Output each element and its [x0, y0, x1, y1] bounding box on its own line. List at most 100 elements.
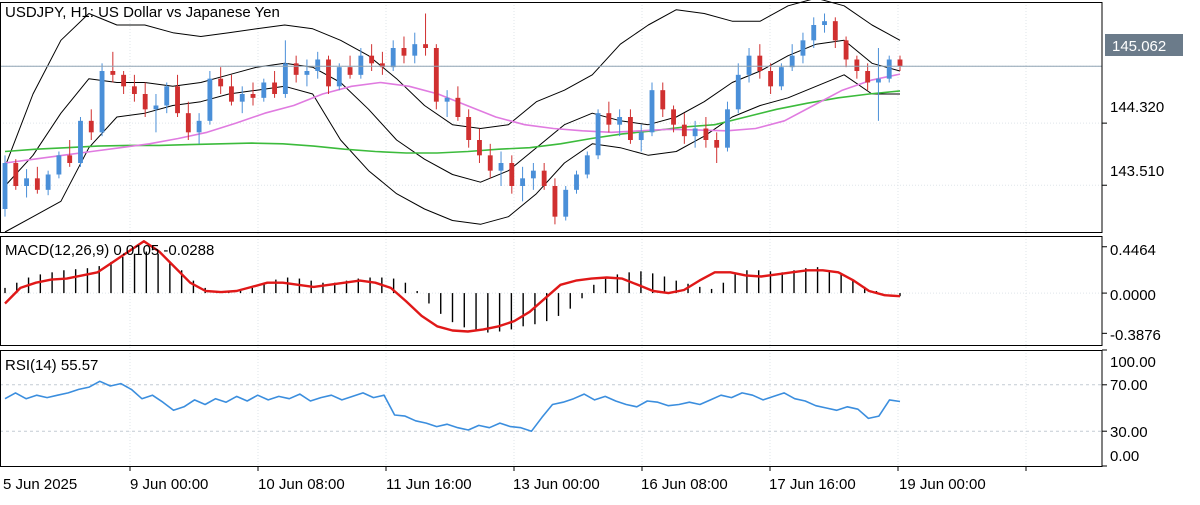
candle-body — [261, 82, 267, 98]
candle-body — [768, 71, 774, 87]
candle-body — [520, 178, 526, 186]
bollinger-lower-line — [4, 74, 900, 233]
rsi-tick-label: 0.00 — [1110, 448, 1139, 465]
candle-body — [142, 94, 148, 110]
price-tick-label: 144.320 — [1110, 99, 1164, 116]
macd-tick-label: 0.0000 — [1110, 287, 1156, 304]
candle-body — [293, 63, 299, 75]
candle-body — [218, 78, 224, 87]
candle-body — [627, 117, 633, 140]
rsi-panel-frame — [0, 350, 1103, 467]
candle-body — [800, 40, 806, 56]
candle-body — [24, 178, 29, 186]
candle-body — [45, 174, 51, 190]
candle-body — [455, 97, 461, 117]
candle-body — [671, 109, 676, 125]
candle-body — [131, 86, 137, 94]
candle-body — [606, 113, 612, 125]
candle-body — [34, 178, 40, 190]
candle-body — [229, 86, 234, 102]
candle-body — [822, 21, 827, 25]
macd-panel-title: MACD(12,26,9) 0.0105 -0.0288 — [5, 242, 214, 259]
candle-body — [433, 48, 439, 102]
price-panel[interactable] — [0, 0, 1102, 233]
macd-tick-label: -0.3876 — [1110, 327, 1161, 344]
time-tick-label: 13 Jun 00:00 — [513, 476, 600, 493]
bollinger-middle-line — [4, 39, 901, 187]
candle-body — [56, 155, 62, 175]
candle-body — [110, 71, 116, 75]
gridlines — [0, 2, 1102, 466]
candle-body — [649, 90, 655, 133]
macd-tick-label: 0.4464 — [1110, 242, 1156, 259]
rsi-tick-label: 70.00 — [1110, 377, 1148, 394]
candle-body — [832, 21, 838, 41]
candle-body — [444, 97, 450, 102]
candle-body — [509, 163, 515, 186]
candle-body — [412, 44, 418, 56]
candle-body — [552, 186, 558, 217]
candle-body — [121, 74, 127, 87]
candle-body — [638, 132, 644, 140]
time-tick-label: 10 Jun 08:00 — [258, 476, 345, 493]
candle-body — [487, 155, 493, 171]
candle-body — [390, 48, 396, 68]
candle-body — [164, 86, 170, 106]
candle-body — [185, 113, 191, 133]
candle-body — [725, 109, 730, 148]
candle-body — [584, 155, 590, 175]
candle-body — [595, 113, 601, 156]
price-tick-label: 143.510 — [1110, 163, 1164, 180]
candle-body — [886, 59, 892, 79]
candle-body — [78, 120, 83, 163]
candle-body — [530, 170, 536, 179]
candle-body — [315, 59, 321, 71]
candle-body — [789, 55, 795, 68]
candle-body — [854, 59, 860, 71]
ma-fast-line — [4, 73, 901, 164]
candle-body — [336, 67, 342, 87]
candle-body — [757, 55, 763, 71]
candle-body — [153, 105, 159, 110]
candle-body — [876, 78, 881, 83]
candle-body — [401, 48, 407, 56]
candle-body — [681, 124, 687, 137]
candle-body — [347, 67, 353, 75]
candle-body — [746, 55, 752, 75]
candle-body — [88, 120, 94, 133]
price-panel-frame — [0, 2, 1103, 233]
candle-body — [466, 117, 472, 140]
bollinger-upper-line — [4, 0, 901, 167]
candle-body — [735, 74, 741, 110]
rsi-line — [4, 380, 901, 433]
candle-body — [843, 40, 849, 60]
candle-body — [811, 25, 817, 41]
candle-body — [574, 174, 579, 190]
candle-body — [778, 67, 784, 87]
time-tick-label: 17 Jun 16:00 — [769, 476, 856, 493]
price-panel-title: USDJPY, H1: US Dollar vs Japanese Yen — [5, 4, 280, 21]
panel-frames — [0, 2, 1103, 467]
candle-body — [250, 94, 256, 98]
time-tick-label: 5 Jun 2025 — [3, 476, 77, 493]
candle-body — [692, 128, 698, 137]
candle-body — [99, 71, 105, 133]
rsi-panel[interactable] — [4, 380, 901, 433]
rsi-tick-label: 100.00 — [1110, 354, 1156, 371]
price-axis — [129, 122, 1107, 471]
current-price-label: 145.062 — [1112, 38, 1166, 55]
candle-body — [660, 90, 666, 110]
candle-body — [239, 94, 245, 102]
time-tick-label: 16 Jun 08:00 — [641, 476, 728, 493]
candle-body — [207, 78, 213, 121]
candle-body — [196, 120, 202, 133]
chart-root: USDJPY, H1: US Dollar vs Japanese Yen MA… — [0, 0, 1200, 500]
candle-body — [897, 59, 903, 67]
candle-body — [369, 55, 375, 64]
candle-body — [423, 44, 428, 48]
candle-body — [703, 128, 709, 140]
time-tick-label: 19 Jun 00:00 — [899, 476, 986, 493]
time-tick-label: 9 Jun 00:00 — [130, 476, 208, 493]
candle-body — [272, 82, 278, 94]
usdjpy-chart[interactable]: USDJPY, H1: US Dollar vs Japanese Yen MA… — [0, 0, 1200, 500]
